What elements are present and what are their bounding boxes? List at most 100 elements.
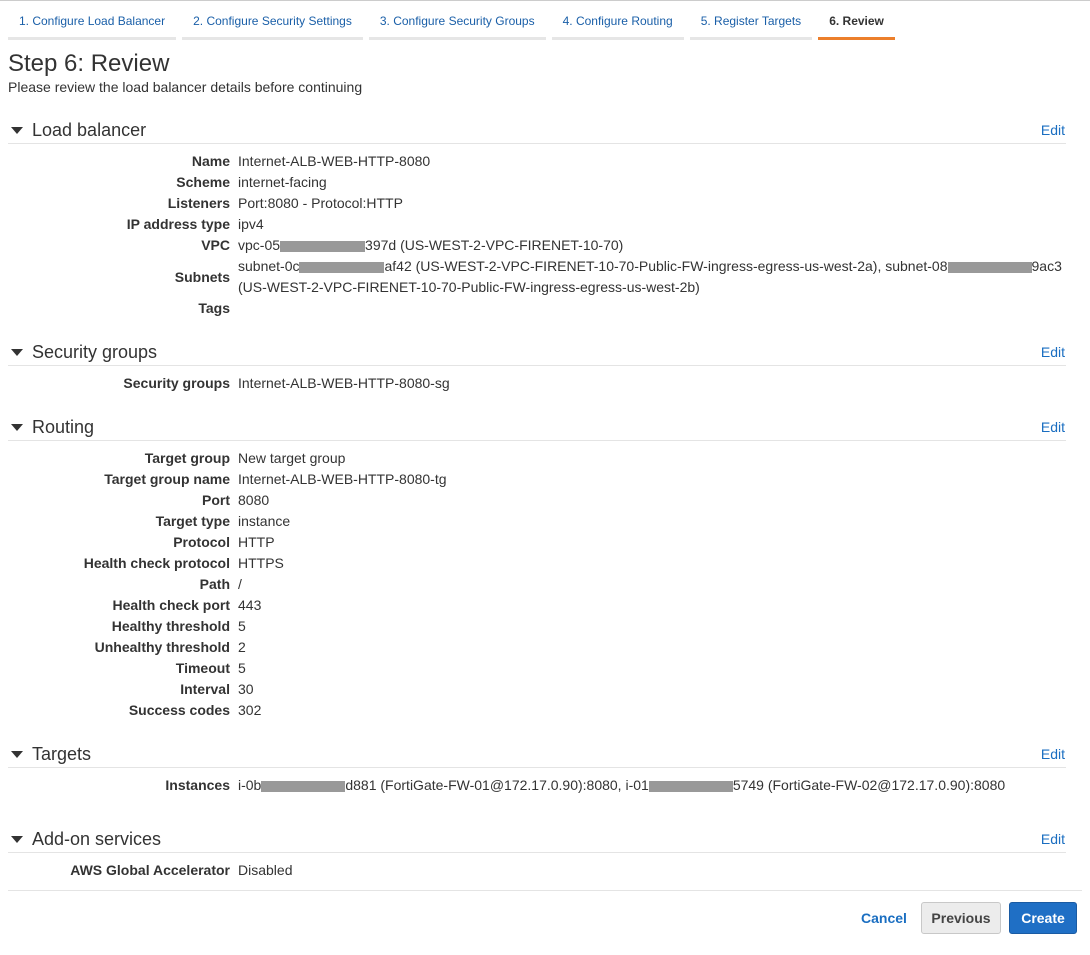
value: Disabled <box>238 862 293 878</box>
section-title: Security groups <box>32 342 158 362</box>
tab-configure-security-groups[interactable]: 3. Configure Security Groups <box>368 10 546 40</box>
detail-row: Listeners Port:8080 - Protocol:HTTP <box>0 193 1090 214</box>
collapse-triangle-icon[interactable] <box>11 836 23 843</box>
section-load-balancer-header[interactable]: Load balancer Edit <box>8 119 1066 144</box>
value: 30 <box>238 681 254 697</box>
label: Listeners <box>167 195 230 211</box>
collapse-triangle-icon[interactable] <box>11 349 23 356</box>
detail-row: Scheme internet-facing <box>0 172 1090 193</box>
label: Scheme <box>176 174 230 190</box>
detail-row: Health check port 443 <box>0 595 1090 616</box>
section-title: Load balancer <box>32 120 147 140</box>
label: Port <box>202 492 230 508</box>
detail-row: Name Internet-ALB-WEB-HTTP-8080 <box>0 151 1090 172</box>
subnets-value: subnet-0c af42 (US-WEST-2-VPC-FIRENET-10-… <box>238 256 1062 298</box>
routing-details: Target group New target group Target group… <box>0 448 1090 721</box>
targets-details: Instances i-0b d881 (FortiGate-FW-01@172.1… <box>0 775 1090 796</box>
redaction <box>299 261 385 273</box>
section-title: Targets <box>32 744 92 764</box>
detail-row: VPC vpc-05 397d (US-WEST-2-VPC-FIRENET-10-… <box>0 235 1090 256</box>
section-routing-header[interactable]: Routing Edit <box>8 416 1066 441</box>
value: 2 <box>238 639 246 655</box>
load-balancer-details: Name Internet-ALB-WEB-HTTP-8080 Scheme int… <box>0 151 1090 319</box>
redaction <box>261 780 346 792</box>
label: Unhealthy threshold <box>94 639 230 655</box>
collapse-triangle-icon[interactable] <box>11 127 23 134</box>
tab-review[interactable]: 6. Review <box>818 10 895 40</box>
section-security-groups-header[interactable]: Security groups Edit <box>8 341 1066 366</box>
subnet-suffix: 9ac3 <box>1031 258 1062 274</box>
detail-row: Subnets subnet-0c af42 (US-WEST-2-VPC-FIRE… <box>0 256 1090 298</box>
value: internet-facing <box>238 174 327 190</box>
label: Target type <box>155 513 230 529</box>
tab-configure-load-balancer[interactable]: 1. Configure Load Balancer <box>8 10 177 40</box>
vpc-suffix: 397d (US-WEST-2-VPC-FIRENET-10-70) <box>365 237 624 253</box>
detail-row: Path / <box>0 574 1090 595</box>
instance-text: d881 (FortiGate-FW-01@172.17.0.90):8080,… <box>345 777 649 793</box>
instance-prefix: i-0b <box>238 777 262 793</box>
label: Timeout <box>175 660 230 676</box>
subnet-text: af42 (US-WEST-2-VPC-FIRENET-10-70-Public… <box>384 258 948 274</box>
top-border <box>0 0 1090 1</box>
collapse-triangle-icon[interactable] <box>11 751 23 758</box>
section-targets-header[interactable]: Targets Edit <box>8 743 1066 768</box>
value: Internet-ALB-WEB-HTTP-8080 <box>238 153 431 169</box>
instances-value: i-0b d881 (FortiGate-FW-01@172.17.0.90):8… <box>238 775 1005 796</box>
detail-row: Instances i-0b d881 (FortiGate-FW-01@172.1… <box>0 775 1090 796</box>
edit-routing-link[interactable]: Edit <box>1041 419 1065 435</box>
wizard-steps: 1. Configure Load Balancer 2. Configure … <box>8 10 901 40</box>
label: Target group name <box>104 471 230 487</box>
tab-register-targets[interactable]: 5. Register Targets <box>689 10 813 40</box>
detail-row: Security groups Internet-ALB-WEB-HTTP-808… <box>0 373 1090 394</box>
section-title: Add-on services <box>32 829 162 849</box>
section-addon-services-header[interactable]: Add-on services Edit <box>8 828 1066 853</box>
detail-row: Success codes 302 <box>0 700 1090 721</box>
label: VPC <box>201 237 230 253</box>
label: Health check port <box>112 597 230 613</box>
edit-security-groups-link[interactable]: Edit <box>1041 344 1065 360</box>
detail-row: Target group name Internet-ALB-WEB-HTTP-8… <box>0 469 1090 490</box>
value: HTTPS <box>238 555 284 571</box>
tab-configure-security-settings[interactable]: 2. Configure Security Settings <box>182 10 363 40</box>
subnet-prefix: subnet-0c <box>238 258 300 274</box>
tab-configure-routing[interactable]: 4. Configure Routing <box>551 10 684 40</box>
instance-suffix: 5749 (FortiGate-FW-02@172.17.0.90):8080 <box>732 777 1006 793</box>
value: 443 <box>238 597 262 613</box>
label: Name <box>191 153 230 169</box>
value: ipv4 <box>238 216 264 232</box>
vpc-value: vpc-05 397d (US-WEST-2-VPC-FIRENET-10-70) <box>238 235 623 256</box>
value: 5 <box>238 618 246 634</box>
create-button[interactable]: Create <box>1009 902 1077 934</box>
footer-divider <box>8 890 1082 891</box>
collapse-triangle-icon[interactable] <box>11 424 23 431</box>
detail-row: Port 8080 <box>0 490 1090 511</box>
label: IP address type <box>126 216 230 232</box>
redaction <box>280 240 366 252</box>
vpc-prefix: vpc-05 <box>238 237 281 253</box>
detail-row: Unhealthy threshold 2 <box>0 637 1090 658</box>
label: Protocol <box>173 534 230 550</box>
value: 302 <box>238 702 262 718</box>
label: Healthy threshold <box>111 618 230 634</box>
detail-row: Tags <box>0 298 1090 319</box>
cancel-button[interactable]: Cancel <box>852 902 916 934</box>
edit-load-balancer-link[interactable]: Edit <box>1041 122 1065 138</box>
label: Subnets <box>174 268 230 285</box>
addons-details: AWS Global Accelerator Disabled <box>0 860 1090 881</box>
label: Tags <box>198 300 230 316</box>
value: 8080 <box>238 492 270 508</box>
previous-button[interactable]: Previous <box>921 902 1001 934</box>
value: New target group <box>238 450 346 466</box>
detail-row: Target type instance <box>0 511 1090 532</box>
label: Interval <box>180 681 230 697</box>
section-title: Routing <box>32 417 95 437</box>
value: 5 <box>238 660 246 676</box>
edit-targets-link[interactable]: Edit <box>1041 746 1065 762</box>
page-title: Step 6: Review <box>8 50 170 77</box>
detail-row: Healthy threshold 5 <box>0 616 1090 637</box>
subnet-line2: (US-WEST-2-VPC-FIRENET-10-70-Public-FW-i… <box>238 279 700 295</box>
security-groups-details: Security groups Internet-ALB-WEB-HTTP-808… <box>0 373 1090 394</box>
detail-row: Target group New target group <box>0 448 1090 469</box>
detail-row: Health check protocol HTTPS <box>0 553 1090 574</box>
edit-addons-link[interactable]: Edit <box>1041 831 1065 847</box>
